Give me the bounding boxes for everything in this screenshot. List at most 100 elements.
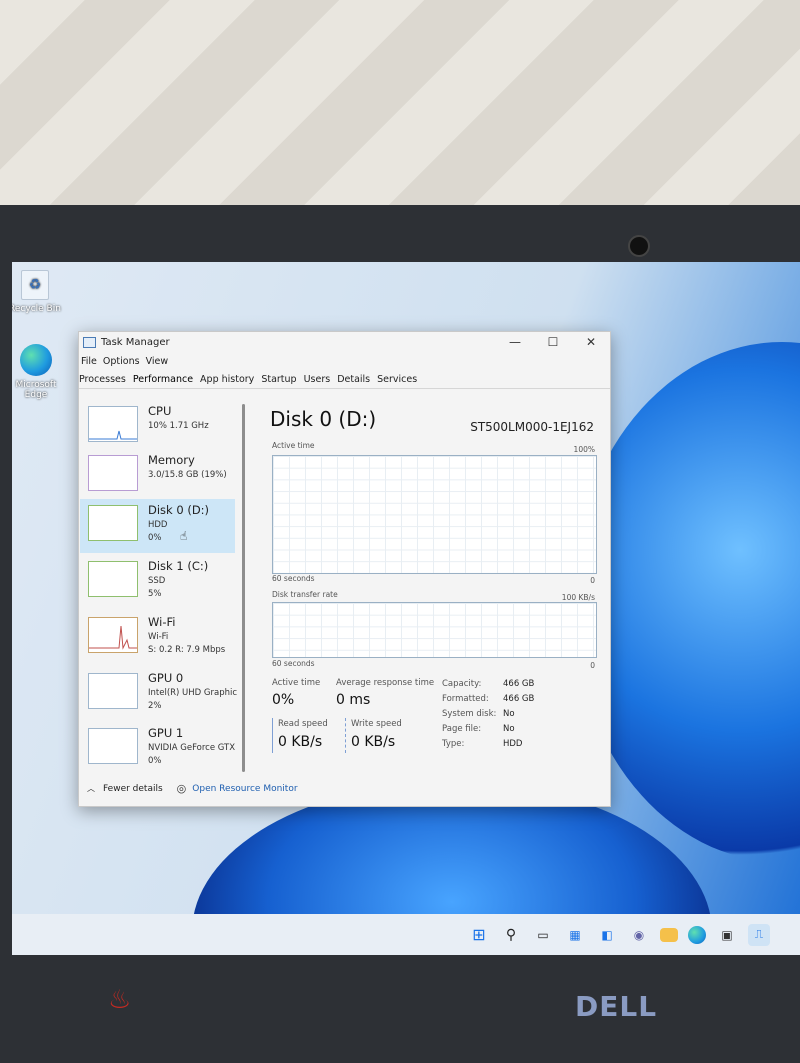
page-title: Disk 0 (D:) [270,407,377,431]
search-icon[interactable]: ⚲ [500,924,522,946]
tab-users[interactable]: Users [304,374,331,385]
menu-file[interactable]: File [81,356,97,367]
graph2-time: 60 seconds [272,659,315,668]
task-view-icon[interactable]: ▭ [532,924,554,946]
alienware-flame-logo: ♨ [108,985,132,1015]
sidebar-item-detail: 10% 1.71 GHz [148,421,209,431]
menu-view[interactable]: View [146,356,169,367]
wifi-thumbnail [88,617,138,653]
menu-bar: File Options View [79,352,610,370]
close-button[interactable]: ✕ [572,335,610,349]
formatted-value: 466 GB [503,694,535,704]
edge-shortcut[interactable]: Microsoft Edge [12,344,66,400]
transfer-rate-graph [272,602,597,658]
sidebar-item-detail: SSD [148,576,166,586]
avg-response-label: Average response time [336,678,435,688]
footer: ︿ Fewer details ◎ Open Resource Monitor [87,782,298,795]
sidebar-item-name: Memory [148,453,195,467]
sidebar-scrollbar[interactable] [242,404,245,772]
graph1-label: Active time [272,441,315,450]
cpu-mini-graph [89,430,137,440]
sidebar-item-detail: Intel(R) UHD Graphic [148,688,238,698]
fewer-details-button[interactable]: Fewer details [103,784,163,794]
sidebar-item-name: Wi-Fi [148,615,176,629]
disk-model: ST500LM000-1EJ162 [470,420,594,434]
sidebar-item-name: Disk 1 (C:) [148,559,209,573]
graph1-time: 60 seconds [272,574,315,583]
start-icon[interactable]: ⊞ [468,924,490,946]
edge-icon [20,344,52,376]
graph2-label: Disk transfer rate [272,590,338,599]
background-wall [0,0,800,215]
sidebar-item-usage: 2% [148,701,162,711]
file-explorer-icon[interactable] [660,927,678,942]
tab-performance[interactable]: Performance [133,374,193,385]
sidebar-item-name: Disk 0 (D:) [148,503,210,517]
minimize-button[interactable]: — [496,335,534,349]
graph1-max: 100% [573,445,595,454]
resource-monitor-icon: ◎ [176,782,187,795]
graph2-max: 100 KB/s [561,593,595,602]
sidebar-item-disk1[interactable]: Disk 1 (C:) SSD 5% [80,555,235,609]
write-speed-value: 0 KB/s [351,734,396,750]
tab-details[interactable]: Details [337,374,370,385]
sidebar-item-usage: S: 0.2 R: 7.9 Mbps [148,645,226,655]
system-disk-value: No [503,709,515,719]
sidebar-item-detail: HDD [148,520,168,530]
gpu0-thumbnail [88,673,138,709]
webcam [628,235,650,257]
widgets-icon[interactable]: ▦ [564,924,586,946]
recycle-bin-shortcut[interactable]: ♻ Recycle Bin [12,270,65,314]
window-title: Task Manager [101,336,170,348]
type-value: HDD [503,739,523,749]
taskbar: ⊞ ⚲ ▭ ▦ ◧ ◉ ▣ ⎍ [12,914,800,955]
read-speed-marker [272,718,273,753]
tab-bar: Processes Performance App history Startu… [79,370,610,389]
tab-processes[interactable]: Processes [79,374,126,385]
tab-services[interactable]: Services [377,374,417,385]
read-speed-value: 0 KB/s [278,734,323,750]
capacity-label: Capacity: [442,679,482,689]
task-manager-taskbar-icon[interactable]: ⎍ [748,923,770,946]
avg-response-value: 0 ms [336,692,371,708]
sidebar-item-usage: 0% [148,756,162,766]
gpu1-thumbnail [88,728,138,764]
snap-icon[interactable]: ◧ [596,924,618,946]
disk-detail-panel: Disk 0 (D:) ST500LM000-1EJ162 Active tim… [265,400,600,775]
tab-app-history[interactable]: App history [200,374,254,385]
sidebar-item-name: CPU [148,404,172,418]
dell-logo: DELL [575,990,658,1023]
hand-cursor-icon: ☝ [180,529,188,543]
sidebar-item-detail: NVIDIA GeForce GTX [148,743,236,753]
tab-startup[interactable]: Startup [261,374,296,385]
active-time-graph [272,455,597,574]
disk0-thumbnail [88,505,138,541]
store-icon[interactable]: ▣ [716,924,738,946]
recycle-bin-label: Recycle Bin [12,304,61,314]
sidebar-item-cpu[interactable]: CPU 10% 1.71 GHz [80,400,235,454]
sidebar-item-memory[interactable]: Memory 3.0/15.8 GB (19%) [80,449,235,503]
open-resource-monitor-link[interactable]: Open Resource Monitor [192,784,297,794]
title-bar: Task Manager — ☐ ✕ [79,332,610,352]
maximize-button[interactable]: ☐ [534,335,572,349]
edge-label: Microsoft Edge [15,380,57,400]
menu-options[interactable]: Options [103,356,140,367]
active-time-value: 0% [272,692,295,708]
sidebar-item-gpu1[interactable]: GPU 1 NVIDIA GeForce GTX 0% [80,722,235,776]
teams-chat-icon[interactable]: ◉ [628,924,650,946]
sidebar-item-name: GPU 1 [148,726,184,740]
sidebar-item-detail: Wi-Fi [148,632,169,642]
system-disk-label: System disk: [442,709,497,719]
edge-taskbar-icon[interactable] [688,925,706,944]
sidebar-item-name: GPU 0 [148,671,184,685]
wifi-mini-graph [89,625,137,650]
sidebar-item-disk0[interactable]: Disk 0 (D:) HDD 0% ☝ [80,499,235,553]
active-time-label: Active time [272,678,321,688]
sidebar-item-wifi[interactable]: Wi-Fi Wi-Fi S: 0.2 R: 7.9 Mbps [80,611,235,665]
page-file-value: No [503,724,515,734]
write-speed-marker [345,718,347,753]
capacity-value: 466 GB [503,679,535,689]
chevron-up-icon[interactable]: ︿ [87,783,95,794]
page-file-label: Page file: [442,724,482,734]
sidebar-item-gpu0[interactable]: GPU 0 Intel(R) UHD Graphic 2% [80,667,238,721]
